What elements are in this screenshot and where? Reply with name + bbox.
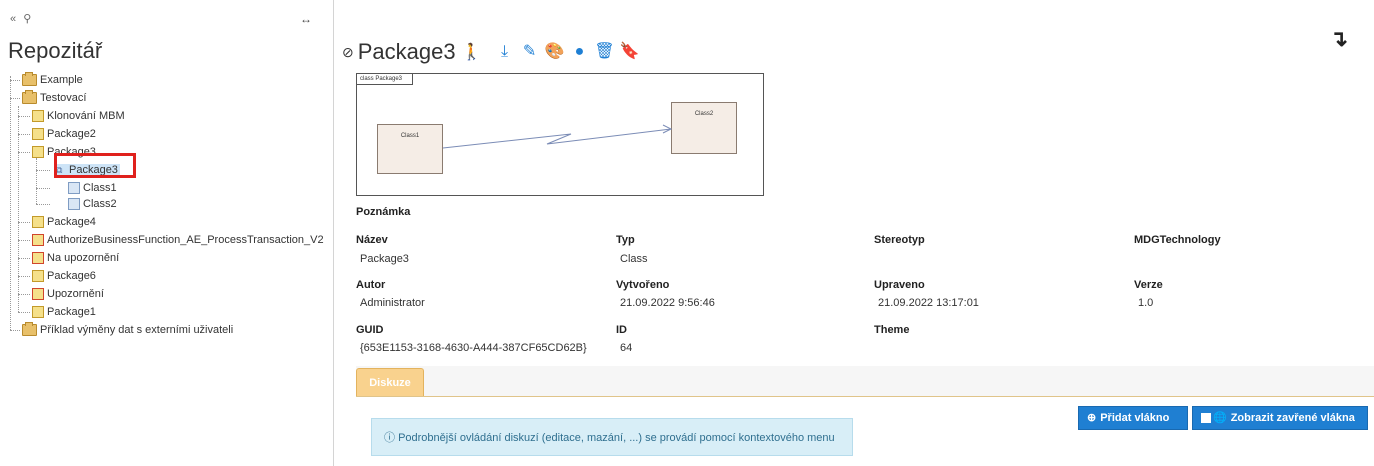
mdg-technology-label: MDGTechnology	[1134, 234, 1221, 246]
modified-value: 21.09.2022 13:17:01	[878, 297, 979, 309]
created-label: Vytvořeno	[616, 279, 670, 291]
globe-icon: 🌐	[1213, 412, 1227, 424]
package-icon	[32, 270, 44, 283]
tree-item-klonovani-mbm[interactable]: Klonování MBM	[32, 108, 125, 124]
folder-icon	[22, 72, 37, 87]
modified-label: Upraveno	[874, 279, 925, 291]
version-label: Verze	[1134, 279, 1163, 291]
class-icon	[68, 198, 80, 211]
tree-item-package4[interactable]: Package4	[32, 214, 96, 230]
version-value: 1.0	[1138, 297, 1154, 309]
tab-discussion[interactable]: Diskuze	[356, 368, 424, 396]
add-thread-button[interactable]: ⊕ Přidat vlákno	[1078, 406, 1188, 430]
tree-item-testovaci[interactable]: Testovací	[22, 90, 86, 106]
tree-item-package2[interactable]: Package2	[32, 126, 96, 142]
info-text: Podrobnější ovládání diskuzí (editace, m…	[398, 432, 835, 444]
show-closed-threads-button[interactable]: 🌐 Zobrazit zavřené vlákna	[1192, 406, 1368, 430]
package-red-icon	[32, 288, 44, 301]
created-value: 21.09.2022 9:56:46	[620, 297, 715, 309]
page-header: ⊘ Package3 🚶 ⤓ ✎ 🎨 ● 🗑 🔖	[342, 38, 644, 66]
bookmark-icon[interactable]: 🔖	[619, 41, 641, 63]
folder-icon	[22, 90, 37, 105]
tree-item-na-upozorneni[interactable]: Na upozornění	[32, 250, 119, 266]
package-icon	[32, 128, 44, 141]
note-label: Poznámka	[356, 206, 411, 218]
turn-down-arrow-icon[interactable]: ↴	[1330, 26, 1348, 52]
name-value: Package3	[360, 253, 409, 265]
tree-item-upozorneni[interactable]: Upozornění	[32, 286, 104, 302]
stereotype-label: Stereotyp	[874, 234, 925, 246]
resize-panel-icon[interactable]: ↔	[300, 12, 312, 26]
palette-icon[interactable]: 🎨	[544, 41, 566, 63]
edit-icon[interactable]: ✎	[519, 41, 541, 63]
author-value: Administrator	[360, 297, 425, 309]
tree-item-priklad-vymeny-dat[interactable]: Příklad výměny dat s externími uživateli	[22, 322, 233, 338]
plus-circle-icon: ⊕	[1087, 412, 1097, 424]
download-icon[interactable]: ⤓	[494, 41, 516, 63]
package-icon	[32, 146, 44, 159]
page-title: Package3	[357, 39, 456, 64]
hidden-eye-icon[interactable]: ⊘	[342, 44, 354, 61]
package-icon	[32, 306, 44, 319]
guid-value: {653E1153-3168-4630-A444-387CF65CD62B}	[360, 342, 587, 354]
panel-title: Repozitář	[8, 38, 103, 63]
package-red-icon	[32, 252, 44, 265]
collapse-panel-icon[interactable]: «	[10, 13, 16, 25]
walk-icon[interactable]: 🚶	[462, 42, 482, 62]
stop-icon[interactable]: ●	[569, 41, 591, 63]
type-value: Class	[620, 253, 648, 265]
pin-icon[interactable]: ⚲	[23, 13, 31, 25]
info-icon: ⓘ	[384, 432, 395, 444]
main-content: ⊘ Package3 🚶 ⤓ ✎ 🎨 ● 🗑 🔖 ↴ class Package…	[334, 0, 1374, 466]
author-label: Autor	[356, 279, 386, 291]
tree-item-package1[interactable]: Package1	[32, 304, 96, 320]
tree-item-class1[interactable]: Class1	[68, 180, 117, 196]
type-label: Typ	[616, 234, 635, 246]
tree-item-authorize-business-function[interactable]: AuthorizeBusinessFunction_AE_ProcessTran…	[32, 232, 324, 248]
panel-controls: « ⚲	[10, 12, 35, 25]
class-icon	[68, 182, 80, 195]
checkbox-icon	[1201, 413, 1211, 424]
tree-item-class2[interactable]: Class2	[68, 196, 117, 212]
diagram-connector	[442, 124, 673, 149]
theme-label: Theme	[874, 324, 910, 336]
discussion-info-box: ⓘ Podrobnější ovládání diskuzí (editace,…	[371, 418, 853, 456]
id-value: 64	[620, 342, 633, 354]
package-red-icon	[32, 234, 44, 247]
id-label: ID	[616, 324, 627, 336]
name-label: Název	[356, 234, 388, 246]
folder-icon	[22, 322, 37, 337]
diagram-preview[interactable]: class Package3 Class1 Class2	[356, 73, 764, 196]
repository-panel: « ⚲ ↔ Repozitář Example Testovací Klonov…	[0, 0, 334, 466]
guid-label: GUID	[356, 324, 384, 336]
selection-highlight	[54, 153, 136, 178]
tree-item-example[interactable]: Example	[22, 72, 83, 88]
delete-icon[interactable]: 🗑	[594, 41, 616, 63]
discussion-tabbar: Diskuze	[356, 366, 1374, 397]
package-icon	[32, 110, 44, 123]
package-icon	[32, 216, 44, 229]
tree-item-package6[interactable]: Package6	[32, 268, 96, 284]
